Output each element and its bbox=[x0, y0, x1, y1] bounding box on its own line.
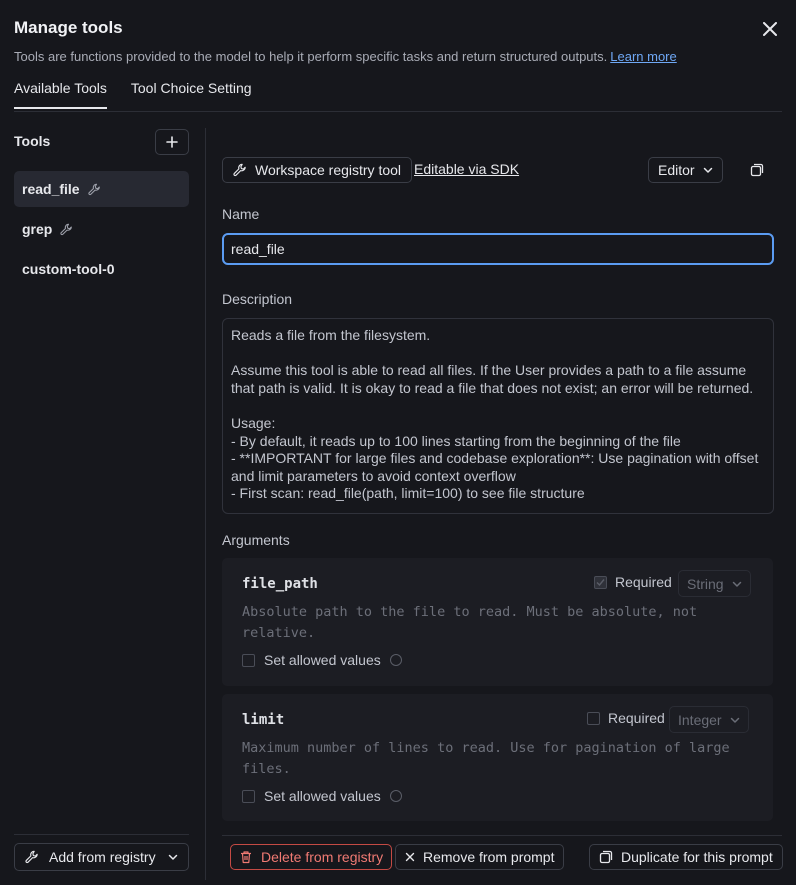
argument-card-limit: limit Required Integer Maximum number of… bbox=[222, 694, 773, 821]
allowed-values-label: Set allowed values bbox=[264, 652, 381, 668]
wrench-icon bbox=[60, 223, 73, 235]
argument-description[interactable]: Maximum number of lines to read. Use for… bbox=[242, 738, 762, 780]
required-label: Required bbox=[615, 574, 672, 590]
learn-more-link[interactable]: Learn more bbox=[610, 49, 676, 64]
chevron-down-icon bbox=[168, 854, 178, 860]
required-label: Required bbox=[608, 710, 665, 726]
sidebar-item-grep[interactable]: grep bbox=[14, 211, 189, 247]
sidebar-item-read-file[interactable]: read_file bbox=[14, 171, 189, 207]
wrench-icon bbox=[87, 183, 100, 195]
editor-mode-label: Editor bbox=[658, 162, 695, 178]
footer-divider bbox=[222, 835, 782, 836]
description-textarea[interactable]: Reads a file from the filesystem. Assume… bbox=[222, 318, 774, 514]
remove-label: Remove from prompt bbox=[423, 849, 555, 865]
type-select[interactable]: String bbox=[678, 570, 751, 597]
editor-mode-select[interactable]: Editor bbox=[648, 157, 723, 183]
set-allowed-values-toggle[interactable]: Set allowed values bbox=[242, 788, 402, 804]
chevron-down-icon bbox=[703, 167, 712, 173]
tab-tool-choice-setting[interactable]: Tool Choice Setting bbox=[131, 80, 252, 109]
close-button[interactable] bbox=[758, 17, 782, 41]
plus-icon bbox=[166, 136, 178, 148]
argument-name: file_path bbox=[242, 576, 318, 592]
chevron-down-icon bbox=[732, 581, 741, 587]
required-checkbox[interactable] bbox=[587, 711, 600, 725]
x-icon bbox=[405, 852, 415, 862]
argument-name: limit bbox=[242, 712, 285, 728]
check-icon bbox=[596, 578, 605, 586]
type-label: Integer bbox=[678, 711, 722, 728]
duplicate-icon bbox=[599, 850, 613, 864]
description-label: Description bbox=[222, 291, 293, 307]
delete-from-registry-button[interactable]: Delete from registry bbox=[230, 844, 393, 870]
workspace-registry-label: Workspace registry tool bbox=[255, 162, 402, 178]
set-allowed-values-toggle[interactable]: Set allowed values bbox=[242, 652, 402, 668]
copy-icon bbox=[750, 163, 764, 177]
delete-label: Delete from registry bbox=[261, 849, 384, 865]
required-checkbox[interactable] bbox=[594, 575, 607, 589]
sidebar-divider bbox=[205, 128, 206, 880]
add-from-registry-button[interactable]: Add from registry bbox=[14, 843, 189, 871]
argument-description[interactable]: Absolute path to the file to read. Must … bbox=[242, 602, 762, 644]
sidebar-footer-divider bbox=[14, 834, 189, 835]
wrench-icon bbox=[25, 850, 38, 864]
type-label: String bbox=[687, 575, 724, 592]
sidebar-item-custom-tool-0[interactable]: custom-tool-0 bbox=[14, 251, 189, 287]
dialog-title: Manage tools bbox=[14, 18, 123, 37]
allowed-values-label: Set allowed values bbox=[264, 788, 381, 804]
argument-card-file-path: file_path Required String Absolute path … bbox=[222, 558, 773, 686]
add-from-registry-label: Add from registry bbox=[49, 849, 156, 865]
allowed-values-checkbox[interactable] bbox=[242, 789, 255, 803]
add-tool-button[interactable] bbox=[155, 129, 189, 155]
duplicate-for-prompt-button[interactable]: Duplicate for this prompt bbox=[589, 844, 783, 870]
editable-via-sdk-link[interactable]: Editable via SDK bbox=[414, 161, 519, 177]
copy-button[interactable] bbox=[746, 159, 768, 181]
allowed-values-checkbox[interactable] bbox=[242, 653, 255, 667]
chevron-down-icon bbox=[730, 717, 739, 723]
info-icon bbox=[389, 654, 402, 666]
sidebar-item-label: read_file bbox=[22, 181, 80, 197]
subtitle-text: Tools are functions provided to the mode… bbox=[14, 49, 608, 64]
remove-from-prompt-button[interactable]: Remove from prompt bbox=[395, 844, 565, 870]
required-toggle[interactable]: Required bbox=[594, 574, 672, 590]
close-icon bbox=[763, 22, 777, 36]
tab-available-tools[interactable]: Available Tools bbox=[14, 80, 107, 109]
trash-icon bbox=[241, 851, 251, 864]
wrench-icon bbox=[233, 163, 246, 177]
sidebar-item-label: custom-tool-0 bbox=[22, 261, 115, 277]
name-input[interactable] bbox=[222, 233, 774, 265]
required-toggle[interactable]: Required bbox=[587, 710, 665, 726]
info-icon bbox=[389, 790, 402, 802]
type-select[interactable]: Integer bbox=[669, 706, 749, 733]
tab-bar: Available Tools Tool Choice Setting bbox=[14, 80, 252, 109]
name-label: Name bbox=[222, 206, 260, 222]
arguments-label: Arguments bbox=[222, 532, 290, 548]
workspace-registry-badge: Workspace registry tool bbox=[222, 157, 413, 183]
tabs-divider bbox=[14, 111, 782, 112]
duplicate-label: Duplicate for this prompt bbox=[621, 849, 773, 865]
sidebar-item-label: grep bbox=[22, 221, 53, 237]
sidebar-title: Tools bbox=[14, 133, 51, 149]
dialog-subtitle: Tools are functions provided to the mode… bbox=[14, 49, 677, 64]
